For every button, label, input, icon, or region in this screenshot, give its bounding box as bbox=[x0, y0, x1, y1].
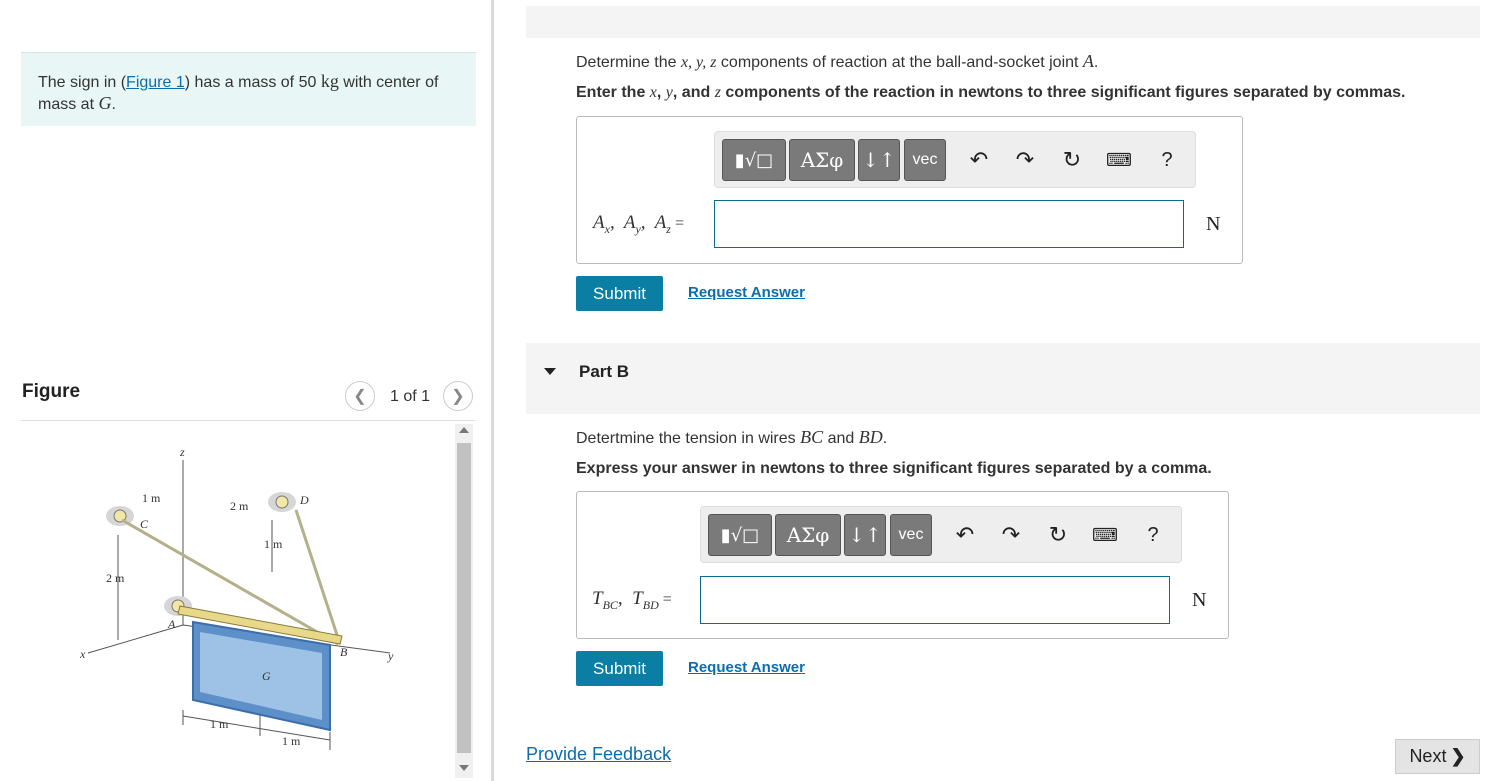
templates-button[interactable]: ▮√□ bbox=[708, 514, 772, 556]
greek-symbols-button[interactable]: ΑΣφ bbox=[775, 514, 841, 556]
part-a-prompt: Determine the x, y, z components of reac… bbox=[576, 51, 1099, 71]
part-a-answer-box: ▮√□ ΑΣφ ↓↑ vec ↶ ↷ ↻ ⌨ ? Ax, Ay, Az = N bbox=[576, 116, 1243, 264]
keyboard-icon[interactable]: ⌨ bbox=[1091, 521, 1119, 549]
part-b-math-toolbar: ▮√□ ΑΣφ ↓↑ vec ↶ ↷ ↻ ⌨ ? bbox=[700, 506, 1182, 563]
figure-link[interactable]: Figure 1 bbox=[126, 74, 185, 91]
greek-symbols-button[interactable]: ΑΣφ bbox=[789, 139, 855, 181]
part-b-unit: N bbox=[1192, 589, 1207, 611]
part-a-unit: N bbox=[1206, 213, 1221, 235]
figure-diagram: z x y C D A B G 1 m 2 m 1 m 2 m 1 m 1 m bbox=[79, 445, 394, 750]
chevron-right-icon: ❯ bbox=[451, 388, 465, 405]
redo-icon[interactable]: ↷ bbox=[997, 521, 1025, 549]
part-b-submit-button[interactable]: Submit bbox=[576, 651, 663, 686]
templates-button[interactable]: ▮√□ bbox=[722, 139, 786, 181]
part-a-answer-input[interactable] bbox=[714, 200, 1184, 248]
vector-button[interactable]: vec bbox=[904, 139, 946, 181]
dim-1m-top: 1 m bbox=[142, 491, 161, 505]
collapse-triangle-icon[interactable] bbox=[544, 368, 556, 375]
redo-icon[interactable]: ↷ bbox=[1011, 146, 1039, 174]
part-b-header[interactable]: Part B bbox=[526, 343, 1480, 414]
scroll-down-icon[interactable] bbox=[459, 765, 469, 771]
undo-icon[interactable]: ↶ bbox=[951, 521, 979, 549]
keyboard-icon[interactable]: ⌨ bbox=[1105, 146, 1133, 174]
chevron-right-icon: ❯ bbox=[1450, 746, 1466, 766]
label-y: y bbox=[387, 649, 394, 663]
part-b-title: Part B bbox=[579, 362, 630, 381]
help-icon[interactable]: ? bbox=[1139, 521, 1167, 549]
part-b-answer-box: ▮√□ ΑΣφ ↓↑ vec ↶ ↷ ↻ ⌨ ? TBC, TBD = N bbox=[576, 491, 1229, 639]
next-figure-button[interactable]: ❯ bbox=[443, 381, 473, 411]
vector-button[interactable]: vec bbox=[890, 514, 932, 556]
fraction-sqrt-icon: ▮√□ bbox=[720, 524, 760, 546]
figure-pager: 1 of 1 bbox=[390, 388, 431, 405]
label-b: B bbox=[340, 645, 348, 659]
undo-icon[interactable]: ↶ bbox=[965, 146, 993, 174]
part-a-submit-button[interactable]: Submit bbox=[576, 276, 663, 311]
scroll-up-icon[interactable] bbox=[459, 427, 469, 433]
part-a-math-toolbar: ▮√□ ΑΣφ ↓↑ vec ↶ ↷ ↻ ⌨ ? bbox=[714, 131, 1196, 188]
label-z: z bbox=[179, 445, 185, 459]
dim-1m-bottom-left: 1 m bbox=[210, 717, 229, 731]
part-b-instructions: Express your answer in newtons to three … bbox=[576, 460, 1212, 477]
next-button[interactable]: Next ❯ bbox=[1395, 739, 1480, 774]
subscript-superscript-button[interactable]: ↓↑ bbox=[858, 139, 900, 181]
fraction-sqrt-icon: ▮√□ bbox=[734, 149, 774, 171]
panel-divider[interactable] bbox=[491, 0, 494, 781]
part-b-answer-label: TBC, TBD = bbox=[592, 588, 672, 612]
chevron-left-icon: ❮ bbox=[353, 388, 367, 405]
label-a: A bbox=[167, 617, 176, 631]
dim-2m-left: 2 m bbox=[106, 571, 125, 585]
figure-scroll-thumb[interactable] bbox=[457, 443, 471, 753]
provide-feedback-link[interactable]: Provide Feedback bbox=[526, 744, 671, 765]
label-d: D bbox=[299, 493, 309, 507]
subscript-superscript-button[interactable]: ↓↑ bbox=[844, 514, 886, 556]
label-g: G bbox=[262, 669, 271, 683]
dim-1m-mid: 1 m bbox=[264, 537, 283, 551]
part-a-header bbox=[526, 6, 1480, 38]
part-a-request-answer-link[interactable]: Request Answer bbox=[688, 284, 805, 301]
label-x: x bbox=[79, 647, 86, 661]
figure-divider bbox=[21, 420, 475, 421]
label-c: C bbox=[140, 517, 149, 531]
dim-2m-top: 2 m bbox=[230, 499, 249, 513]
part-a-instructions: Enter the x, y, and z components of the … bbox=[576, 84, 1406, 101]
dim-1m-bottom-right: 1 m bbox=[282, 734, 301, 748]
part-b-request-answer-link[interactable]: Request Answer bbox=[688, 659, 805, 676]
part-b-answer-input[interactable] bbox=[700, 576, 1170, 624]
reset-icon[interactable]: ↻ bbox=[1058, 146, 1086, 174]
reset-icon[interactable]: ↻ bbox=[1044, 521, 1072, 549]
prev-figure-button[interactable]: ❮ bbox=[345, 381, 375, 411]
problem-statement: The sign in (Figure 1) has a mass of 50 … bbox=[21, 52, 476, 126]
figure-title: Figure bbox=[22, 381, 81, 402]
part-a-answer-label: Ax, Ay, Az = bbox=[593, 212, 684, 236]
part-b-prompt: Detertmine the tension in wires BC and B… bbox=[576, 427, 888, 447]
help-icon[interactable]: ? bbox=[1153, 146, 1181, 174]
